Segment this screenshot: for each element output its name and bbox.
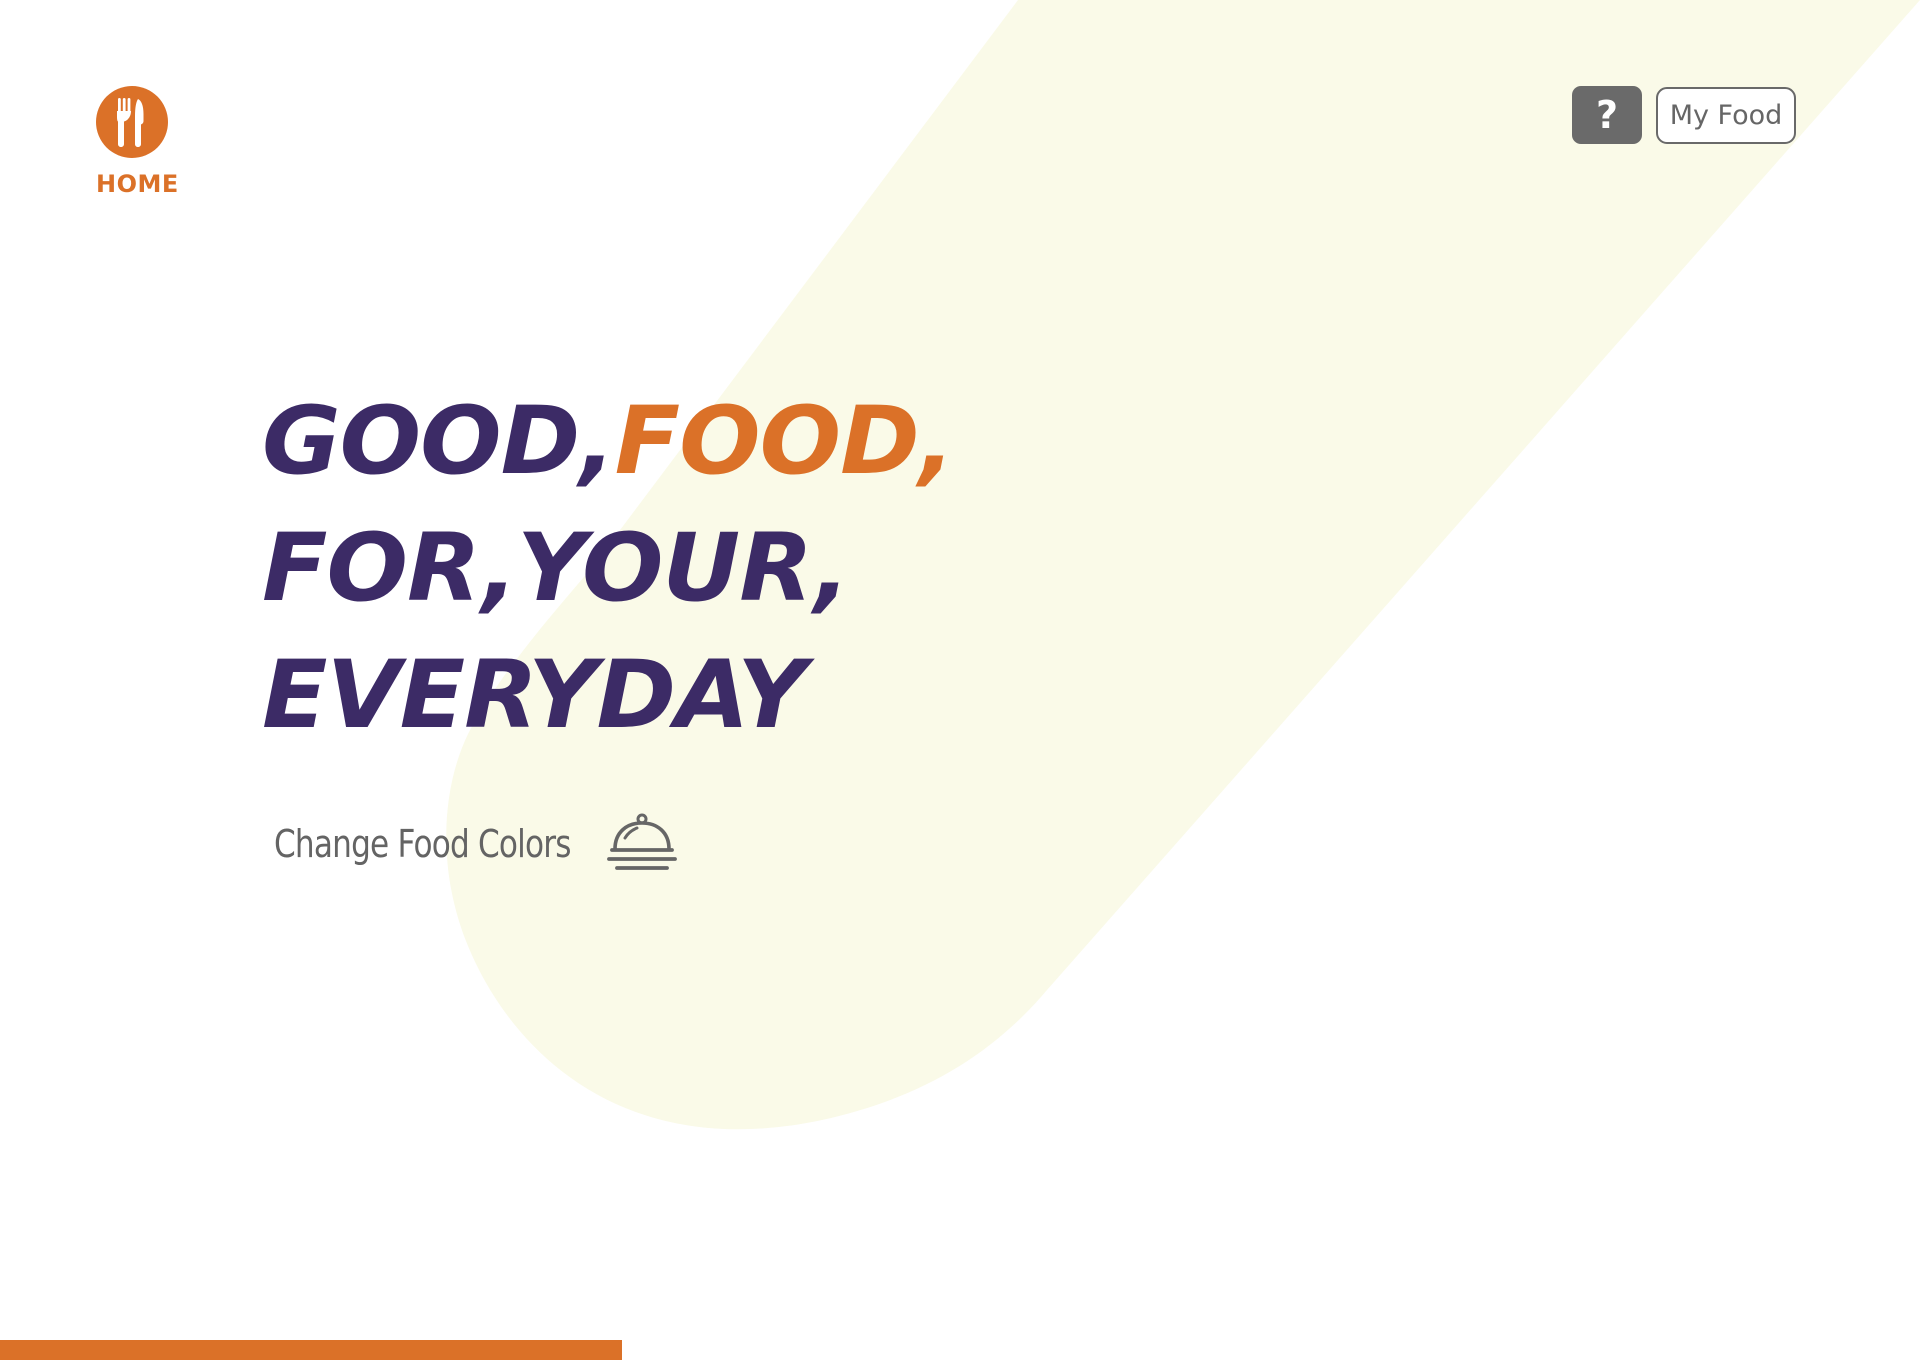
change-food-colors-label: Change Food Colors (274, 822, 571, 866)
change-food-colors-button[interactable]: Change Food Colors (274, 812, 682, 876)
my-food-button[interactable]: My Food (1656, 86, 1796, 144)
hero-line-two: FOR,YOUR, (262, 514, 850, 623)
hero-heading: GOOD,FOOD, FOR,YOUR, EVERYDAY (262, 378, 955, 759)
top-actions: ? My Food (1572, 86, 1796, 144)
hero-line-three: EVERYDAY (262, 641, 807, 750)
hero-line-one: GOOD,FOOD, (262, 378, 955, 505)
home-label: HOME (96, 170, 179, 198)
hero-line-one-primary: GOOD, (262, 387, 616, 496)
hero-line-one-accent: FOOD, (614, 387, 955, 496)
cloche-icon (606, 813, 677, 870)
help-button[interactable]: ? (1572, 86, 1642, 144)
fork-knife-icon (96, 86, 168, 158)
home-link[interactable]: HOME (96, 86, 179, 198)
bottom-accent-bar (0, 1340, 622, 1360)
